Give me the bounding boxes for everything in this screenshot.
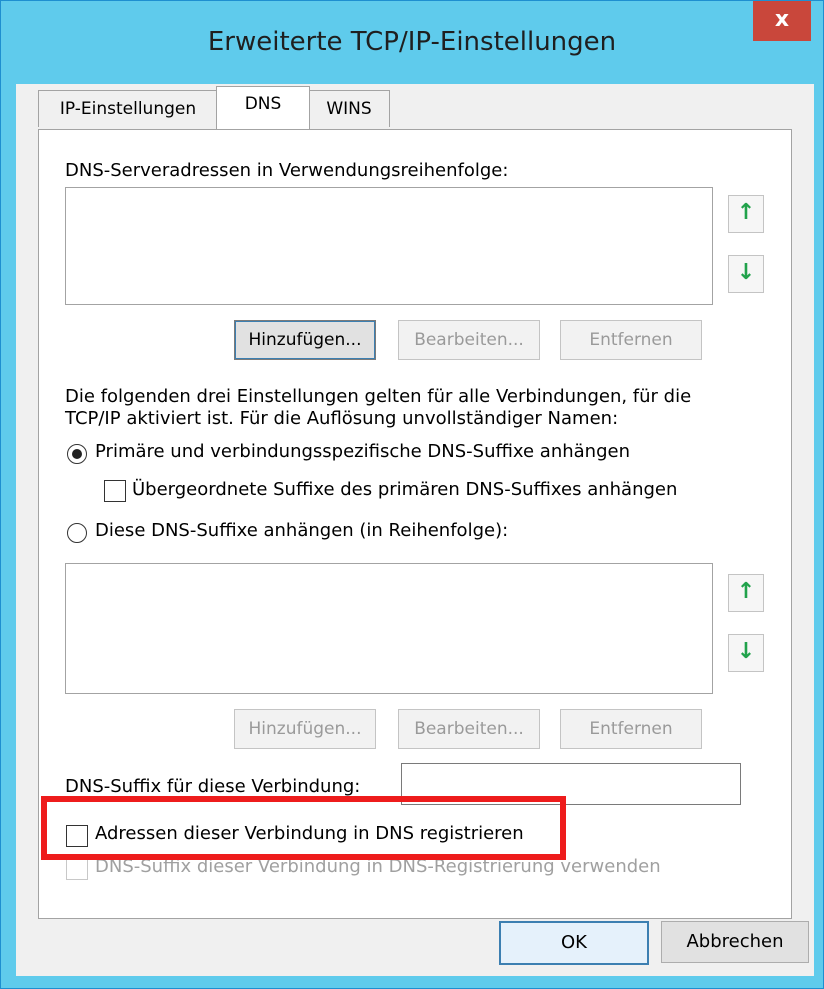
dns-server-list[interactable] — [65, 187, 713, 305]
tab-ip-settings[interactable]: IP-Einstellungen — [38, 90, 218, 127]
close-button[interactable]: x — [753, 1, 811, 41]
primary-suffix-radio[interactable] — [67, 444, 87, 464]
ok-button[interactable]: OK — [499, 921, 649, 965]
suffix-move-down-button[interactable]: ↓ — [728, 634, 764, 672]
cancel-button[interactable]: Abbrechen — [661, 921, 809, 963]
arrow-up-icon: ↑ — [736, 200, 756, 225]
radio-selected-dot — [72, 449, 82, 459]
suffix-move-up-button[interactable]: ↑ — [728, 574, 764, 612]
info-text-line1: Die folgenden drei Einstellungen gelten … — [65, 386, 692, 407]
arrow-down-icon: ↓ — [736, 639, 756, 664]
dns-server-add-button[interactable]: Hinzufügen... — [234, 320, 376, 360]
dns-server-move-up-button[interactable]: ↑ — [728, 195, 764, 233]
parent-suffix-checkbox[interactable] — [104, 480, 126, 502]
dialog-client-area: IP-Einstellungen DNS WINS DNS-Serveradre… — [16, 84, 814, 976]
primary-suffix-label[interactable]: Primäre und verbindungsspezifische DNS-S… — [95, 441, 630, 462]
parent-suffix-label[interactable]: Übergeordnete Suffixe des primären DNS-S… — [132, 479, 677, 500]
suffix-edit-button[interactable]: Bearbeiten... — [398, 709, 540, 749]
connection-suffix-label: DNS-Suffix für diese Verbindung: — [65, 776, 361, 797]
red-highlight-frame — [41, 796, 566, 860]
window-title: Erweiterte TCP/IP-Einstellungen — [207, 27, 617, 57]
suffix-remove-button[interactable]: Entfernen — [560, 709, 702, 749]
dns-server-remove-button[interactable]: Entfernen — [560, 320, 702, 360]
dialog-window: Erweiterte TCP/IP-Einstellungen x IP-Ein… — [0, 0, 824, 989]
dns-suffix-list[interactable] — [65, 563, 713, 694]
dns-server-edit-button[interactable]: Bearbeiten... — [398, 320, 540, 360]
tab-wins[interactable]: WINS — [308, 90, 390, 127]
use-suffix-in-registration-checkbox[interactable] — [66, 858, 88, 880]
tab-dns[interactable]: DNS — [216, 86, 310, 129]
info-text-line2: TCP/IP aktiviert ist. Für die Auflösung … — [65, 408, 619, 429]
title-bar[interactable]: Erweiterte TCP/IP-Einstellungen x — [1, 1, 823, 84]
arrow-up-icon: ↑ — [736, 579, 756, 604]
suffix-add-button[interactable]: Hinzufügen... — [234, 709, 376, 749]
dns-server-list-label: DNS-Serveradressen in Verwendungsreihenf… — [65, 160, 509, 181]
these-suffixes-label[interactable]: Diese DNS-Suffixe anhängen (in Reihenfol… — [95, 520, 508, 541]
these-suffixes-radio[interactable] — [67, 523, 87, 543]
arrow-down-icon: ↓ — [736, 260, 756, 285]
dns-server-move-down-button[interactable]: ↓ — [728, 255, 764, 293]
